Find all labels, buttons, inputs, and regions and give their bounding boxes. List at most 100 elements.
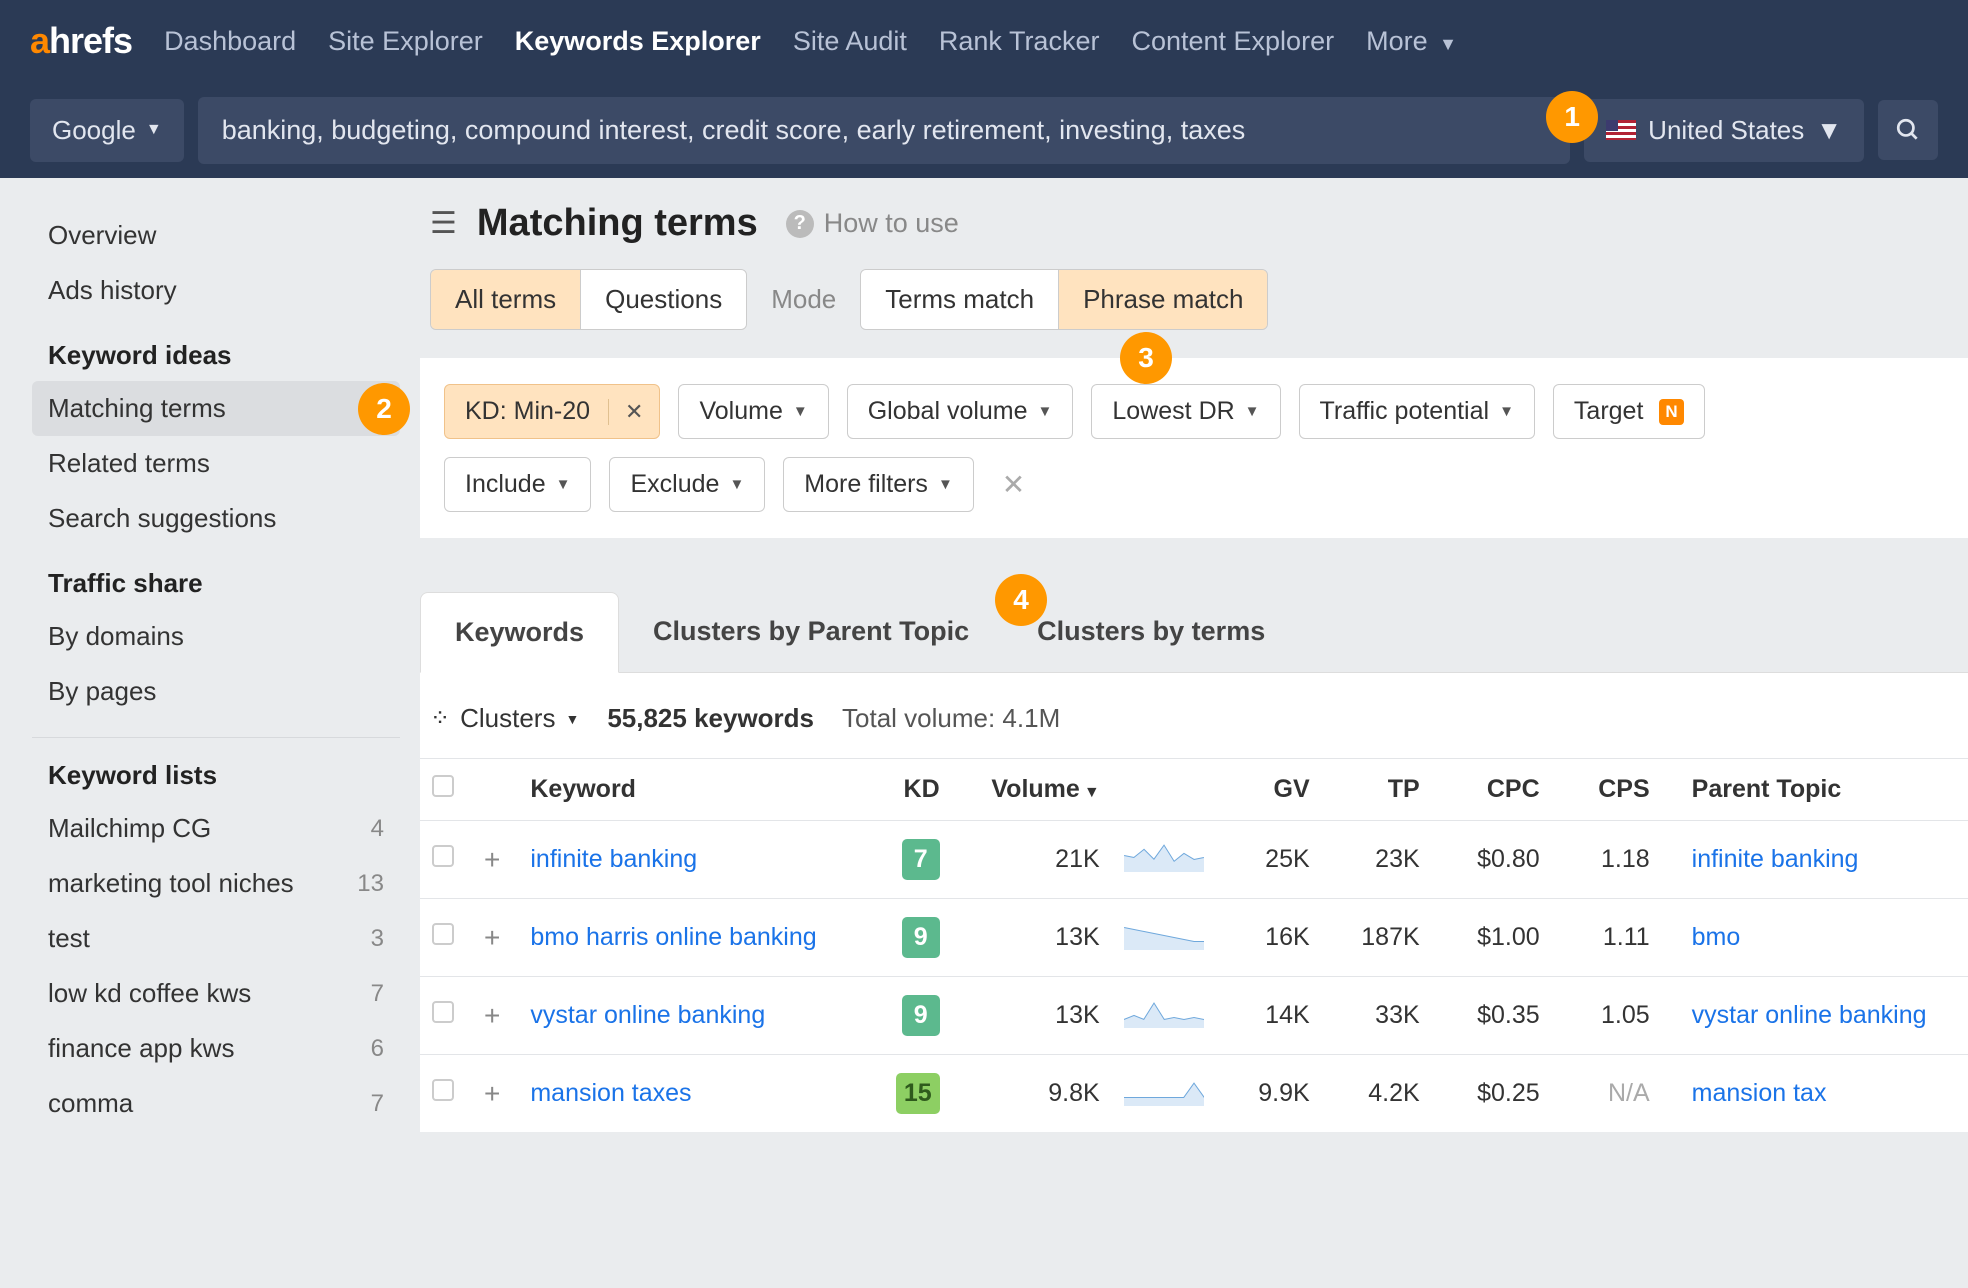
nav-keywords-explorer[interactable]: Keywords Explorer bbox=[515, 26, 761, 57]
nav-dashboard[interactable]: Dashboard bbox=[164, 26, 296, 57]
clear-filters[interactable]: ✕ bbox=[992, 468, 1035, 501]
sidebar-item-by-pages[interactable]: By pages bbox=[32, 664, 400, 719]
filter-lowest-dr[interactable]: Lowest DR▼ bbox=[1091, 384, 1280, 439]
col-parent[interactable]: Parent Topic bbox=[1662, 759, 1968, 821]
hamburger-icon[interactable]: ☰ bbox=[430, 206, 457, 241]
list-count: 7 bbox=[371, 980, 384, 1008]
col-volume[interactable]: Volume ▼ bbox=[952, 759, 1112, 821]
cell-cps: N/A bbox=[1552, 1055, 1662, 1133]
col-keyword[interactable]: Keyword bbox=[518, 759, 861, 821]
nav-more[interactable]: More ▼ bbox=[1366, 26, 1457, 57]
filter-traffic-potential[interactable]: Traffic potential▼ bbox=[1299, 384, 1535, 439]
how-to-use[interactable]: ? How to use bbox=[786, 208, 959, 239]
cell-volume: 13K bbox=[952, 899, 1112, 977]
chevron-down-icon: ▼ bbox=[1038, 403, 1053, 420]
us-flag-icon bbox=[1606, 120, 1636, 140]
sidebar-item-overview[interactable]: Overview bbox=[32, 208, 400, 263]
seg-all-terms[interactable]: All terms bbox=[431, 270, 581, 329]
sidebar-list-item[interactable]: comma7 bbox=[32, 1076, 400, 1131]
sidebar-item-matching-terms[interactable]: Matching terms 2 bbox=[32, 381, 400, 436]
sparkline-icon bbox=[1124, 840, 1204, 872]
nav-content-explorer[interactable]: Content Explorer bbox=[1131, 26, 1334, 57]
parent-topic-link[interactable]: vystar online banking bbox=[1692, 1001, 1927, 1029]
seg-questions[interactable]: Questions bbox=[581, 270, 746, 329]
row-checkbox[interactable] bbox=[432, 1001, 454, 1023]
table-row: + mansion taxes 15 9.8K 9.9K 4.2K $0.25 … bbox=[420, 1055, 1968, 1133]
close-icon[interactable]: ✕ bbox=[608, 399, 659, 425]
country-select[interactable]: United States ▼ bbox=[1584, 99, 1864, 162]
nav-site-audit[interactable]: Site Audit bbox=[793, 26, 907, 57]
filter-kd[interactable]: KD: Min-20 ✕ bbox=[444, 384, 660, 439]
col-kd[interactable]: KD bbox=[862, 759, 952, 821]
col-tp[interactable]: TP bbox=[1322, 759, 1432, 821]
sidebar-list-item[interactable]: test 3 bbox=[32, 911, 400, 966]
search-button[interactable] bbox=[1878, 100, 1938, 160]
row-checkbox[interactable] bbox=[432, 1079, 454, 1101]
col-gv[interactable]: GV bbox=[1222, 759, 1322, 821]
parent-topic-link[interactable]: bmo bbox=[1692, 923, 1741, 951]
cell-gv: 16K bbox=[1222, 899, 1322, 977]
rtab-keywords[interactable]: Keywords bbox=[420, 592, 619, 673]
match-segment: Terms match Phrase match bbox=[860, 269, 1268, 330]
results-table: Keyword KD Volume ▼ GV TP CPC CPS Parent … bbox=[420, 758, 1968, 1132]
keyword-link[interactable]: vystar online banking bbox=[530, 1001, 765, 1029]
sidebar-item-ads-history[interactable]: Ads history bbox=[32, 263, 400, 318]
keyword-link[interactable]: mansion taxes bbox=[530, 1079, 691, 1107]
expand-icon[interactable]: + bbox=[478, 1000, 506, 1031]
nav-site-explorer[interactable]: Site Explorer bbox=[328, 26, 483, 57]
list-count: 3 bbox=[371, 925, 384, 953]
logo[interactable]: ahrefs bbox=[30, 20, 132, 62]
mode-label: Mode bbox=[771, 284, 836, 315]
clusters-dropdown[interactable]: ⁘ Clusters ▼ bbox=[430, 703, 579, 734]
cell-gv: 14K bbox=[1222, 977, 1322, 1055]
logo-rest: hrefs bbox=[49, 20, 132, 61]
col-cps[interactable]: CPS bbox=[1552, 759, 1662, 821]
search-icon bbox=[1895, 117, 1921, 143]
kd-badge: 9 bbox=[902, 917, 940, 958]
top-nav: ahrefs Dashboard Site Explorer Keywords … bbox=[0, 0, 1968, 82]
logo-a: a bbox=[30, 20, 49, 61]
parent-topic-link[interactable]: infinite banking bbox=[1692, 845, 1859, 873]
select-all-checkbox[interactable] bbox=[432, 775, 454, 797]
sidebar-list-item[interactable]: low kd coffee kws7 bbox=[32, 966, 400, 1021]
list-label: test bbox=[48, 923, 90, 954]
filter-global-volume[interactable]: Global volume▼ bbox=[847, 384, 1074, 439]
cell-gv: 9.9K bbox=[1222, 1055, 1322, 1133]
col-label: Volume bbox=[991, 775, 1079, 803]
col-cpc[interactable]: CPC bbox=[1432, 759, 1552, 821]
keywords-input[interactable]: banking, budgeting, compound interest, c… bbox=[198, 97, 1570, 164]
sidebar-item-related-terms[interactable]: Related terms bbox=[32, 436, 400, 491]
keyword-link[interactable]: bmo harris online banking bbox=[530, 923, 816, 951]
sidebar-list-item[interactable]: marketing tool niches13 bbox=[32, 856, 400, 911]
seg-phrase-match[interactable]: Phrase match bbox=[1059, 270, 1267, 329]
rtab-clusters-terms[interactable]: Clusters by terms bbox=[1003, 592, 1299, 672]
seg-terms-match[interactable]: Terms match bbox=[861, 270, 1059, 329]
filter-more[interactable]: More filters▼ bbox=[783, 457, 974, 512]
cell-cpc: $0.80 bbox=[1432, 821, 1552, 899]
expand-icon[interactable]: + bbox=[478, 1078, 506, 1109]
sidebar-list-item[interactable]: Mailchimp CG4 bbox=[32, 801, 400, 856]
expand-icon[interactable]: + bbox=[478, 844, 506, 875]
row-checkbox[interactable] bbox=[432, 923, 454, 945]
sparkline-icon bbox=[1124, 996, 1204, 1028]
filter-exclude[interactable]: Exclude▼ bbox=[609, 457, 765, 512]
parent-topic-link[interactable]: mansion tax bbox=[1692, 1079, 1827, 1107]
sidebar-item-search-suggestions[interactable]: Search suggestions bbox=[32, 491, 400, 546]
filter-include[interactable]: Include▼ bbox=[444, 457, 591, 512]
row-checkbox[interactable] bbox=[432, 845, 454, 867]
keyword-count: 55,825 keywords bbox=[607, 703, 814, 734]
filter-label: Volume bbox=[699, 397, 782, 426]
engine-select[interactable]: Google ▼ bbox=[30, 99, 184, 162]
filter-volume[interactable]: Volume▼ bbox=[678, 384, 828, 439]
sidebar-item-by-domains[interactable]: By domains bbox=[32, 609, 400, 664]
filter-target[interactable]: TargetN bbox=[1553, 384, 1705, 439]
chevron-down-icon: ▼ bbox=[729, 476, 744, 493]
filter-kd-label: KD: Min-20 bbox=[465, 397, 590, 426]
sort-desc-icon: ▼ bbox=[1084, 784, 1100, 801]
keyword-link[interactable]: infinite banking bbox=[530, 845, 697, 873]
sidebar-list-item[interactable]: finance app kws6 bbox=[32, 1021, 400, 1076]
rtab-clusters-parent[interactable]: Clusters by Parent Topic bbox=[619, 592, 1003, 672]
nav-rank-tracker[interactable]: Rank Tracker bbox=[939, 26, 1100, 57]
page-title: Matching terms bbox=[477, 202, 758, 245]
expand-icon[interactable]: + bbox=[478, 922, 506, 953]
